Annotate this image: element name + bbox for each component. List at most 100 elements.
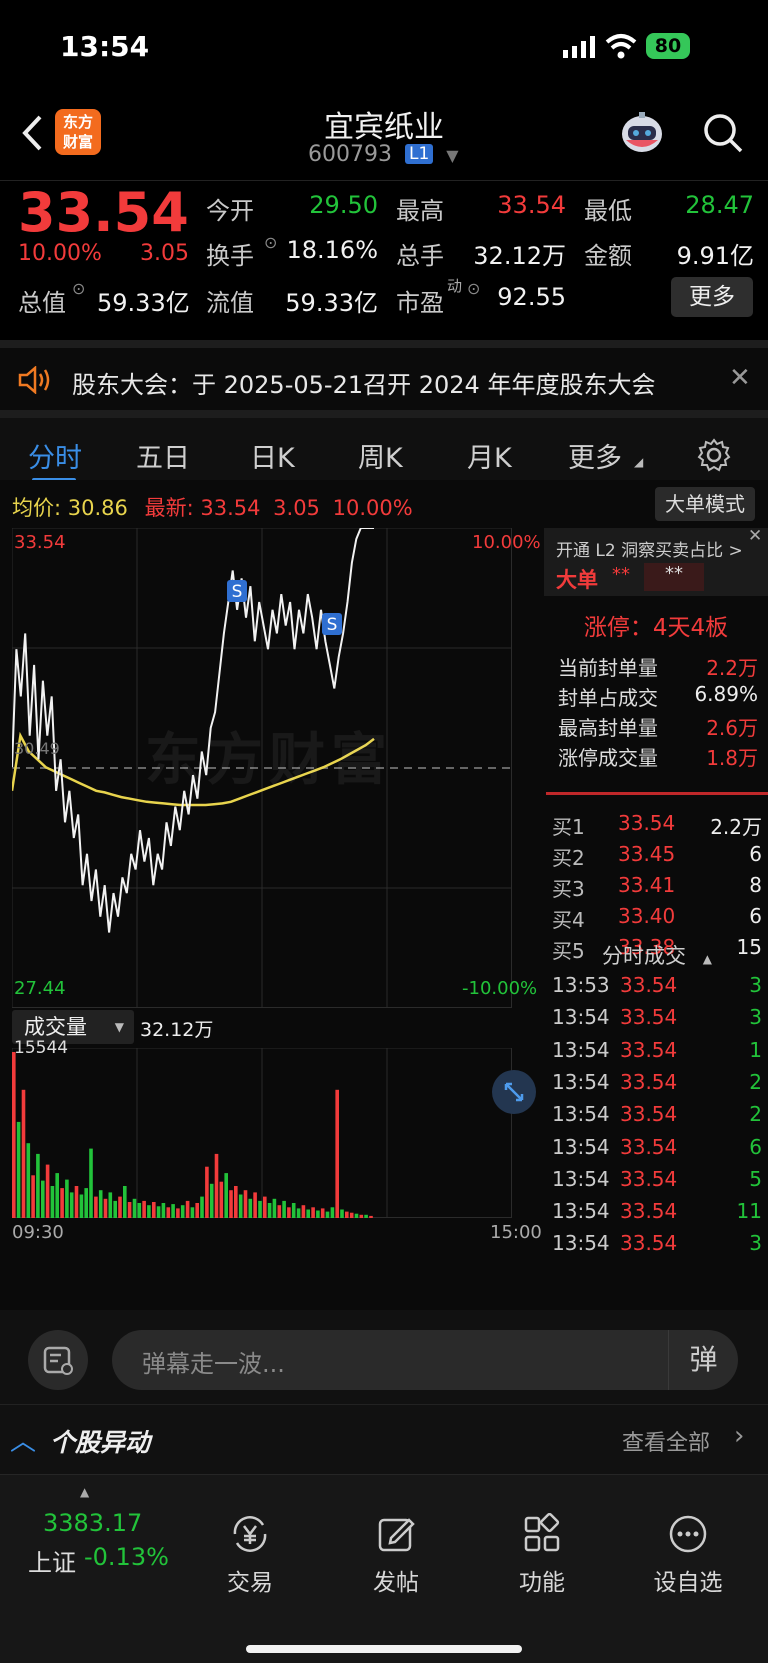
- trade-time: 13:54: [552, 1199, 610, 1224]
- barrage-toggle-label: 弹: [689, 1343, 718, 1376]
- volume-bar: [166, 1207, 171, 1218]
- limit-stat-label: 当前封单量: [558, 656, 658, 680]
- stock-code-row[interactable]: 600793 L1 ▼: [308, 142, 459, 167]
- tab-weekly-k[interactable]: 周K: [358, 436, 403, 475]
- volume-bar: [137, 1203, 142, 1218]
- bid-row[interactable]: 买4 33.40 6: [552, 904, 762, 936]
- trades-header[interactable]: 分时成交 ▲: [552, 940, 762, 970]
- volume-bar: [41, 1180, 45, 1218]
- trade-price: 33.54: [620, 973, 678, 997]
- volume-bar: [16, 1121, 21, 1218]
- trade-row: 13:54 33.54 1: [552, 1038, 762, 1072]
- tab-five-day[interactable]: 五日: [136, 436, 190, 475]
- volume-bar: [98, 1190, 103, 1218]
- volume-bar: [287, 1207, 291, 1218]
- volume-bar: [277, 1205, 282, 1218]
- big-order-mode-button[interactable]: 大单模式: [655, 487, 755, 521]
- volume-bar-chart[interactable]: [12, 1048, 542, 1220]
- close-icon[interactable]: ✕: [729, 363, 751, 393]
- volume-bar: [234, 1186, 238, 1218]
- bottom-nav: ▲ 3383.17 上证 -0.13% 交易 发帖 功能 设自选: [0, 1474, 768, 1663]
- chevron-down-icon: ▼: [446, 146, 459, 165]
- limit-stat-label: 最高封单量: [558, 716, 658, 740]
- limit-stat-row: 最高封单量 2.6万: [552, 712, 762, 744]
- tab-daily-k[interactable]: 日K: [250, 436, 295, 475]
- intraday-chart-area: 均价: 30.86 最新: 33.54 3.05 10.00% 大单模式 SS …: [0, 480, 768, 1310]
- volume-bar: [359, 1214, 364, 1218]
- nav-post[interactable]: 发帖: [336, 1513, 456, 1597]
- tab-intraday[interactable]: 分时: [28, 436, 82, 475]
- volume-bar: [118, 1196, 122, 1218]
- volume-bar: [229, 1190, 233, 1218]
- barrage-toggle-button[interactable]: 弹: [668, 1330, 738, 1390]
- status-time: 13:54: [60, 30, 150, 63]
- nav-functions[interactable]: 功能: [482, 1513, 602, 1597]
- pct-axis-top-label: 10.00%: [472, 532, 541, 553]
- volume-bar: [89, 1148, 93, 1218]
- quote-panel: 33.54 10.00% 3.05 今开 29.50 最高 33.54 最低 2…: [0, 180, 768, 340]
- info-icon[interactable]: ⊙: [467, 279, 480, 298]
- trade-price: 33.54: [620, 1134, 678, 1159]
- expand-icon: [504, 1082, 524, 1102]
- expand-chart-button[interactable]: [492, 1070, 536, 1114]
- volume-bar: [180, 1205, 185, 1218]
- nav-watchlist[interactable]: 设自选: [628, 1513, 748, 1597]
- more-dots-icon: [669, 1515, 707, 1553]
- index-ticker[interactable]: ▲ 3383.17 上证 -0.13%: [0, 1485, 180, 1605]
- y-axis-mid-label: 30.49: [14, 739, 60, 758]
- float-cap-label: 流值: [206, 289, 254, 317]
- limit-stat-row: 封单占成交 6.89%: [552, 682, 762, 714]
- bid-row[interactable]: 买3 33.41 8: [552, 873, 762, 905]
- status-bar: 13:54 80: [0, 0, 768, 96]
- bid-price: 33.54: [618, 811, 676, 835]
- bid-level: 买4: [552, 908, 585, 932]
- gear-icon[interactable]: [697, 438, 731, 472]
- trade-row: 13:54 33.54 5: [552, 1167, 762, 1201]
- more-button[interactable]: 更多: [671, 277, 753, 317]
- big-order-label: 大单: [556, 568, 598, 592]
- robot-assistant-icon[interactable]: [618, 110, 666, 156]
- tab-more[interactable]: 更多: [568, 436, 622, 475]
- level2-promo[interactable]: 开通 L2 洞察买卖占比 > ✕ 大单 ** **: [544, 526, 768, 596]
- volume-max-label: 15544: [14, 1038, 69, 1058]
- volume-bar: [152, 1202, 156, 1218]
- search-icon[interactable]: [702, 112, 744, 154]
- chevron-up-icon: ▲: [80, 1485, 90, 1499]
- info-icon[interactable]: ⊙: [264, 233, 277, 252]
- index-percent: -0.13%: [84, 1543, 169, 1571]
- barrage-bar: 弹幕走一波... 弹: [0, 1310, 768, 1404]
- volume-bar: [200, 1196, 204, 1218]
- comment-list-button[interactable]: [28, 1330, 88, 1390]
- trade-price: 33.54: [620, 1231, 678, 1256]
- comment-list-icon: [43, 1346, 73, 1375]
- sell-signal-glyph: S: [327, 615, 338, 635]
- nav-trade[interactable]: 交易: [190, 1513, 310, 1597]
- volume-bar: [55, 1173, 59, 1218]
- latest-price-label: 最新:: [144, 496, 194, 520]
- notice-banner[interactable]: 股东大会：于 2025-05-21召开 2024 年年度股东大会 ✕: [0, 340, 768, 410]
- stock-movers-section[interactable]: ︿ 个股异动 查看全部 ›: [0, 1404, 768, 1474]
- chart-info-bar: 均价: 30.86 最新: 33.54 3.05 10.00%: [12, 492, 413, 522]
- high-value: 33.54: [497, 191, 566, 219]
- volume-bar: [123, 1186, 127, 1218]
- bid-row[interactable]: 买2 33.45 6: [552, 842, 762, 874]
- volume-bar: [253, 1192, 257, 1218]
- limit-stat-value: 2.6万: [706, 716, 758, 740]
- index-value: 3383.17: [43, 1509, 143, 1537]
- volume-bar: [103, 1198, 108, 1218]
- trade-time: 13:54: [552, 1134, 610, 1159]
- trade-time: 13:54: [552, 1166, 610, 1191]
- volume-bar: [219, 1181, 224, 1218]
- nav-functions-label: 功能: [519, 1570, 565, 1596]
- trade-row: 13:54 33.54 3: [552, 1005, 762, 1039]
- x-axis-start-label: 09:30: [12, 1222, 64, 1243]
- view-all-link[interactable]: 查看全部: [622, 1425, 710, 1457]
- volume-bar: [84, 1188, 88, 1218]
- volume-bar: [69, 1192, 74, 1218]
- barrage-input[interactable]: 弹幕走一波... 弹: [112, 1330, 738, 1390]
- info-icon[interactable]: ⊙: [72, 279, 85, 298]
- promo-close-icon[interactable]: ✕: [748, 526, 762, 546]
- volume-bar: [161, 1203, 166, 1218]
- tab-monthly-k[interactable]: 月K: [467, 436, 512, 475]
- bid-row[interactable]: 买1 33.54 2.2万: [552, 811, 762, 843]
